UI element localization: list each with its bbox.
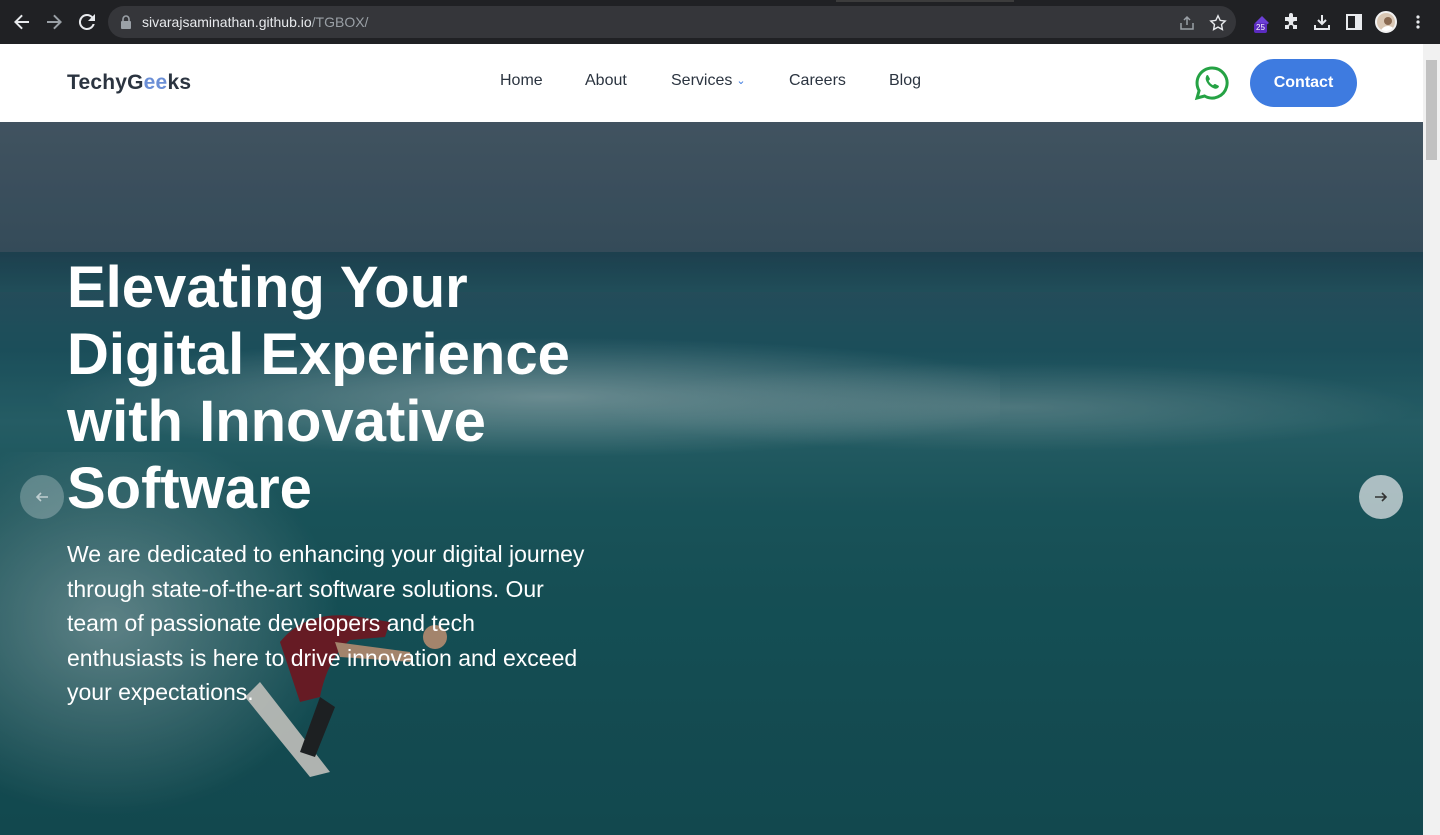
lock-icon xyxy=(121,15,131,29)
arrow-right-icon xyxy=(1375,492,1388,502)
extension-badge: 25 xyxy=(1254,23,1267,33)
nav-services[interactable]: Services ⌄ xyxy=(671,72,746,90)
hero-title: Elevating Your Digital Experience with I… xyxy=(67,255,570,521)
carousel-prev-button[interactable] xyxy=(20,475,64,519)
url-text: sivarajsaminathan.github.io/TGBOX/ xyxy=(142,14,369,30)
whatsapp-icon[interactable] xyxy=(1194,65,1230,101)
reload-icon[interactable] xyxy=(75,10,99,34)
menu-kebab-icon[interactable] xyxy=(1406,10,1430,34)
site-header: TechyGeeks Home About Services ⌄ Careers … xyxy=(0,44,1423,122)
profile-avatar[interactable] xyxy=(1375,11,1397,33)
back-icon[interactable] xyxy=(10,10,34,34)
chevron-down-icon: ⌄ xyxy=(736,75,746,87)
side-panel-icon[interactable] xyxy=(1342,10,1366,34)
browser-toolbar: sivarajsaminathan.github.io/TGBOX/ 25 xyxy=(0,0,1440,44)
nav-about[interactable]: About xyxy=(585,72,627,90)
page-scrollbar[interactable] xyxy=(1423,44,1440,835)
arrow-left-icon xyxy=(35,492,48,502)
forward-icon[interactable] xyxy=(42,10,66,34)
scrollbar-thumb[interactable] xyxy=(1426,60,1437,160)
download-icon[interactable] xyxy=(1310,10,1334,34)
page-viewport: TechyGeeks Home About Services ⌄ Careers … xyxy=(0,44,1423,835)
carousel-next-button[interactable] xyxy=(1359,475,1403,519)
nav-blog[interactable]: Blog xyxy=(889,72,921,90)
address-bar[interactable]: sivarajsaminathan.github.io/TGBOX/ xyxy=(108,6,1236,38)
nav-home[interactable]: Home xyxy=(500,72,543,90)
share-icon[interactable] xyxy=(1178,14,1196,32)
contact-button[interactable]: Contact xyxy=(1250,59,1357,107)
nav-careers[interactable]: Careers xyxy=(789,72,846,90)
bookmark-star-icon[interactable] xyxy=(1209,14,1227,32)
site-logo[interactable]: TechyGeeks xyxy=(67,71,191,95)
hero-description: We are dedicated to enhancing your digit… xyxy=(67,541,585,705)
puzzle-icon[interactable] xyxy=(1279,10,1303,34)
hero-banner: Elevating Your Digital Experience with I… xyxy=(0,122,1423,835)
